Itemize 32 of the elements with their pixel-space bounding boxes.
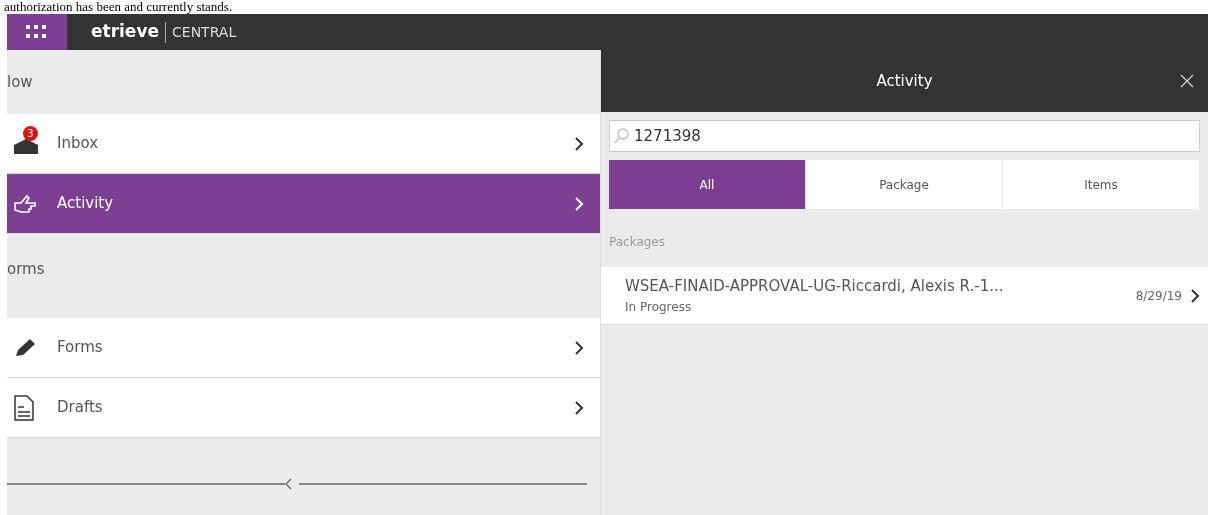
result-row[interactable]: WSEA-FINAID-APPROVAL-UG-Riccardi, Alexis R.-1... In Progress 8/29/19 xyxy=(601,267,1208,325)
search-field[interactable]: 1271398 xyxy=(609,120,1200,152)
section-title: low xyxy=(7,71,33,93)
sidebar-item[interactable]: Drafts xyxy=(7,378,600,438)
hand-icon xyxy=(13,192,37,215)
chevron-right-icon xyxy=(574,399,584,416)
result-status: In Progress xyxy=(625,298,693,316)
section-title: orms xyxy=(7,258,45,280)
filter-tab[interactable]: All xyxy=(609,160,806,209)
sidebar-item[interactable]: 3 Inbox xyxy=(7,114,600,174)
chevron-right-icon xyxy=(574,195,584,212)
document-icon xyxy=(13,394,35,421)
result-date: 8/29/19 xyxy=(1135,287,1182,305)
chevron-right-icon xyxy=(574,339,584,356)
chevron-right-icon xyxy=(574,135,584,152)
sidebar-item[interactable]: Forms xyxy=(7,318,600,378)
filter-tab[interactable]: Package xyxy=(806,160,1003,209)
search-icon xyxy=(614,128,630,144)
close-icon[interactable] xyxy=(1180,74,1194,88)
filter-tab[interactable]: Items xyxy=(1003,160,1200,209)
brand-logo: etrieve xyxy=(91,20,159,44)
document-text: authorization has been and currently stands. xyxy=(3,0,234,14)
sidebar-item[interactable]: Activity xyxy=(7,174,600,234)
section-title: Packages xyxy=(609,235,665,249)
app-grid-icon[interactable] xyxy=(26,25,48,39)
collapse-handle-icon[interactable] xyxy=(7,477,587,491)
result-title: WSEA-FINAID-APPROVAL-UG-Riccardi, Alexis R.-1... xyxy=(625,276,1005,298)
pencil-icon xyxy=(13,336,37,359)
product-name: CENTRAL xyxy=(165,21,237,43)
chevron-right-icon xyxy=(1190,287,1200,304)
panel-title: Activity xyxy=(876,70,933,92)
notification-badge: 3 xyxy=(23,125,38,141)
